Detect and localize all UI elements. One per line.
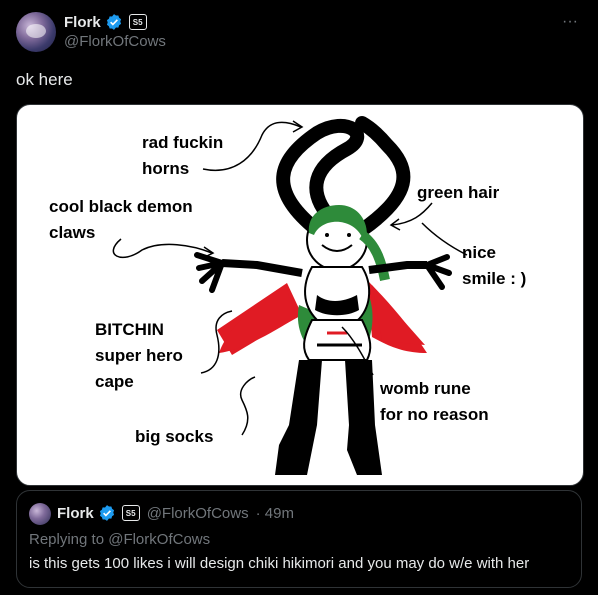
label-horns-1: rad fuckin xyxy=(142,133,223,152)
label-womb-1: womb rune xyxy=(379,379,471,398)
quote-text: is this gets 100 likes i will design chi… xyxy=(29,555,530,572)
label-cape-1: BITCHIN xyxy=(95,320,164,339)
quoted-tweet[interactable]: Flork S5 @FlorkOfCows · 49m Replying to … xyxy=(16,490,582,588)
label-hair: green hair xyxy=(417,183,500,202)
label-horns-2: horns xyxy=(142,159,189,178)
quote-avatar[interactable] xyxy=(29,503,51,525)
quote-display-name[interactable]: Flork xyxy=(57,505,94,522)
label-cape-2: super hero xyxy=(95,346,183,365)
quote-replying-to: Replying to @FlorkOfCows xyxy=(29,531,211,548)
label-smile-2: smile : ) xyxy=(462,269,526,288)
more-icon[interactable]: ··· xyxy=(558,10,582,34)
quote-time[interactable]: · 49m xyxy=(256,505,294,522)
label-claws-1: cool black demon xyxy=(49,197,193,216)
author-display-name[interactable]: Flork xyxy=(64,14,101,31)
tweet-text: ok here xyxy=(16,70,73,89)
character-drawing: rad fuckin horns cool black demon claws … xyxy=(49,116,526,475)
quote-handle[interactable]: @FlorkOfCows xyxy=(147,505,249,522)
label-womb-2: for no reason xyxy=(380,405,489,424)
verified-icon xyxy=(99,505,114,521)
label-cape-3: cape xyxy=(95,372,134,391)
label-claws-2: claws xyxy=(49,223,95,242)
verified-icon xyxy=(106,14,121,30)
author-name-row: Flork S5 xyxy=(64,12,147,32)
label-socks: big socks xyxy=(135,427,213,446)
tweet-image[interactable]: rad fuckin horns cool black demon claws … xyxy=(16,104,584,486)
label-smile-1: nice xyxy=(462,243,496,262)
quote-header: Flork S5 @FlorkOfCows · 49m xyxy=(57,504,294,522)
author-handle[interactable]: @FlorkOfCows xyxy=(64,33,166,50)
quote-subscription-badge: S5 xyxy=(121,505,140,521)
author-avatar[interactable] xyxy=(16,12,56,52)
subscription-badge: S5 xyxy=(128,14,147,30)
